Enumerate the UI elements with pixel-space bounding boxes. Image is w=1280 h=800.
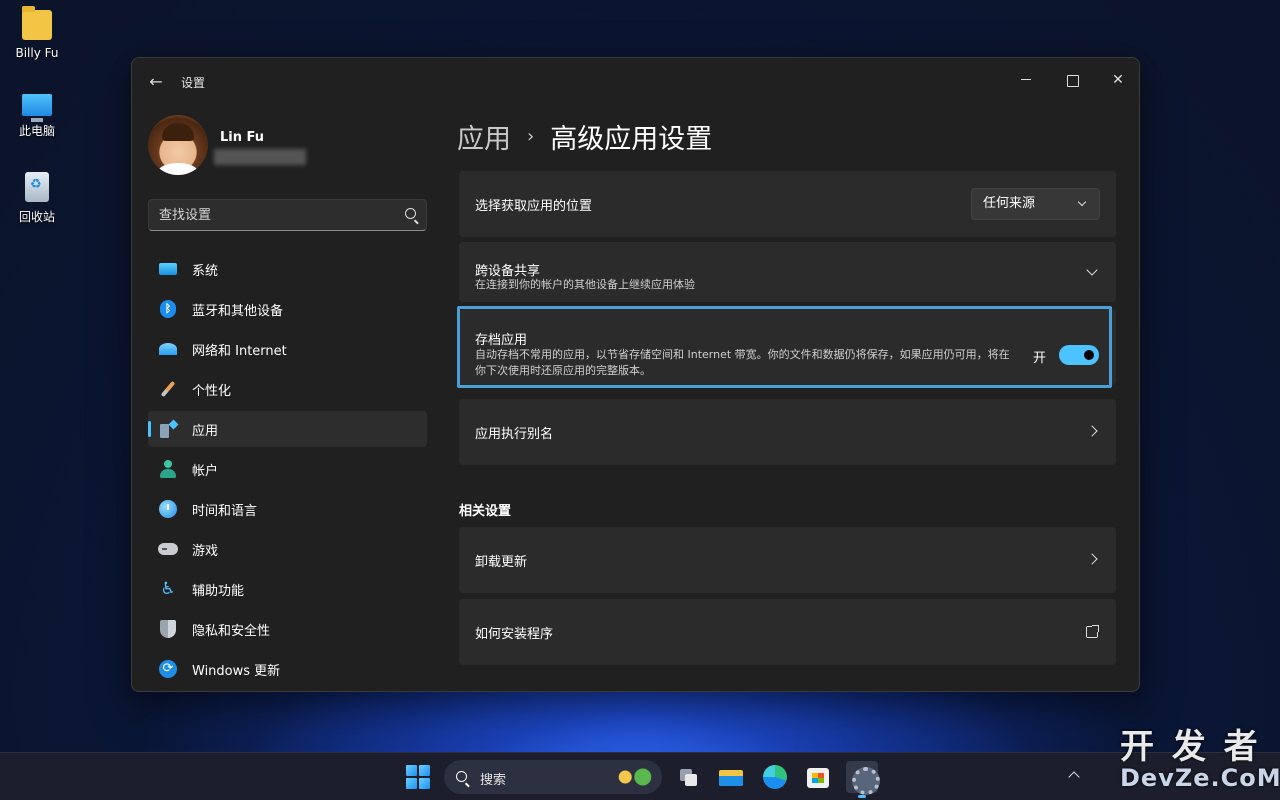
accessibility-icon: ♿	[160, 579, 176, 599]
how-to-install-card[interactable]: 如何安装程序	[459, 599, 1116, 665]
external-link-icon	[1086, 625, 1099, 638]
related-settings-heading: 相关设置	[459, 504, 512, 519]
chevron-up-icon[interactable]	[1068, 771, 1080, 783]
sidebar-item-privacy[interactable]: 隐私和安全性	[148, 611, 427, 647]
user-name: Lin Fu	[220, 130, 265, 145]
sidebar-item-label: 时间和语言	[192, 503, 258, 519]
sidebar-item-windows-update[interactable]: ⟳ Windows 更新	[148, 651, 427, 687]
windows-logo-icon	[419, 778, 430, 789]
settings-window: ← 设置 ✕ Lin Fu 系统 ᛒ 蓝牙和其他设备 网络和 Internet …	[131, 57, 1140, 692]
chevron-down-icon[interactable]	[1086, 264, 1098, 276]
search-icon[interactable]	[405, 208, 416, 219]
chevron-down-icon	[1077, 197, 1087, 207]
uninstall-updates-title: 卸载更新	[475, 555, 528, 570]
watermark: 开 发 者 DevZe.CoM	[1120, 730, 1280, 792]
desktop-icon-this-pc[interactable]: 此电脑	[8, 90, 66, 139]
sidebar-item-personalization[interactable]: 个性化	[148, 371, 427, 407]
app-alias-title: 应用执行别名	[475, 427, 554, 442]
taskbar-search-label: 搜索	[480, 773, 507, 788]
avatar[interactable]	[148, 115, 208, 175]
gamepad-icon	[158, 539, 178, 559]
sidebar-item-gaming[interactable]: 游戏	[148, 531, 427, 567]
sidebar-item-accounts[interactable]: 帐户	[148, 451, 427, 487]
sidebar-item-network[interactable]: 网络和 Internet	[148, 331, 427, 367]
how-to-install-title: 如何安装程序	[475, 627, 554, 642]
sidebar-item-time-language[interactable]: 时间和语言	[148, 491, 427, 527]
sidebar-item-label: 应用	[192, 423, 219, 439]
windows-logo-icon	[406, 778, 417, 789]
close-button[interactable]: ✕	[1095, 66, 1139, 94]
recycle-bin-icon	[25, 172, 49, 202]
sidebar-item-apps[interactable]: 应用	[148, 411, 427, 447]
app-source-dropdown[interactable]: 任何来源	[971, 188, 1100, 220]
cross-device-desc: 在连接到你的帐户的其他设备上继续应用体验	[475, 278, 695, 291]
wifi-icon	[158, 339, 178, 359]
system-icon	[158, 259, 178, 279]
sidebar-item-label: 网络和 Internet	[192, 343, 287, 359]
folder-icon	[22, 6, 52, 40]
uninstall-updates-card[interactable]: 卸载更新	[459, 527, 1116, 593]
shield-icon	[158, 619, 178, 639]
bluetooth-icon: ᛒ	[158, 299, 178, 319]
sidebar-item-system[interactable]: 系统	[148, 251, 427, 287]
clock-globe-icon	[158, 499, 178, 519]
windows-logo-icon	[406, 765, 417, 776]
edge-icon[interactable]	[759, 761, 791, 793]
brush-icon	[158, 379, 178, 399]
page-title: 高级应用设置	[550, 123, 713, 155]
sidebar-item-label: 蓝牙和其他设备	[192, 303, 284, 319]
account-icon	[158, 459, 178, 479]
search-input[interactable]	[149, 200, 389, 230]
sidebar-item-label: 隐私和安全性	[192, 623, 271, 639]
desktop-icon-label: Billy Fu	[15, 46, 59, 60]
taskbar-search[interactable]: 搜索	[444, 760, 662, 794]
chevron-right-icon	[1086, 553, 1098, 565]
sidebar-item-label: 辅助功能	[192, 583, 245, 599]
search-icon	[456, 771, 467, 782]
sidebar-item-bluetooth[interactable]: ᛒ 蓝牙和其他设备	[148, 291, 427, 327]
sidebar-item-label: 游戏	[192, 543, 219, 559]
breadcrumb-separator: ›	[527, 125, 535, 147]
computer-icon	[22, 94, 52, 122]
start-button[interactable]	[406, 765, 430, 789]
sidebar-item-label: Windows 更新	[192, 663, 281, 679]
taskbar: 搜索	[0, 752, 1280, 800]
apps-icon	[158, 419, 178, 439]
sidebar-item-label: 帐户	[192, 463, 219, 479]
window-title: 设置	[181, 76, 206, 90]
desktop-icon-recycle-bin[interactable]: 回收站	[8, 172, 66, 225]
back-button[interactable]: ←	[146, 72, 166, 92]
search-highlight-icon	[612, 765, 656, 789]
chevron-right-icon	[1086, 425, 1098, 437]
title-bar: ← 设置 ✕	[132, 58, 1139, 104]
settings-icon[interactable]	[846, 761, 880, 798]
app-source-card: 选择获取应用的位置 任何来源	[459, 171, 1116, 237]
sidebar-nav: 系统 ᛒ 蓝牙和其他设备 网络和 Internet 个性化 应用 帐户 时间和语…	[148, 251, 427, 691]
store-icon[interactable]	[802, 761, 834, 793]
desktop-icon-billy-fu[interactable]: Billy Fu	[8, 6, 66, 60]
dropdown-value: 任何来源	[983, 196, 1036, 211]
focus-highlight	[457, 306, 1112, 388]
cross-device-card[interactable]: 跨设备共享 在连接到你的帐户的其他设备上继续应用体验	[459, 242, 1116, 302]
file-explorer-icon[interactable]	[715, 761, 747, 793]
app-alias-card[interactable]: 应用执行别名	[459, 399, 1116, 465]
watermark-line2: DevZe.CoM	[1120, 764, 1280, 792]
breadcrumb: 应用 › 高级应用设置	[457, 116, 712, 156]
user-email-redacted	[214, 149, 306, 165]
maximize-button[interactable]	[1049, 66, 1095, 94]
update-icon: ⟳	[158, 659, 178, 679]
sidebar-item-accessibility[interactable]: ♿ 辅助功能	[148, 571, 427, 607]
breadcrumb-parent[interactable]: 应用	[457, 117, 511, 156]
sidebar-item-label: 系统	[192, 263, 219, 279]
settings-search	[148, 199, 427, 231]
minimize-button[interactable]	[1003, 66, 1049, 94]
desktop-icon-label: 此电脑	[18, 124, 55, 138]
app-source-title: 选择获取应用的位置	[475, 199, 593, 214]
sidebar-item-label: 个性化	[192, 383, 232, 399]
task-view-icon[interactable]	[672, 761, 704, 793]
watermark-line1: 开 发 者	[1120, 727, 1261, 767]
desktop-icon-label: 回收站	[18, 210, 55, 224]
windows-logo-icon	[419, 765, 430, 776]
